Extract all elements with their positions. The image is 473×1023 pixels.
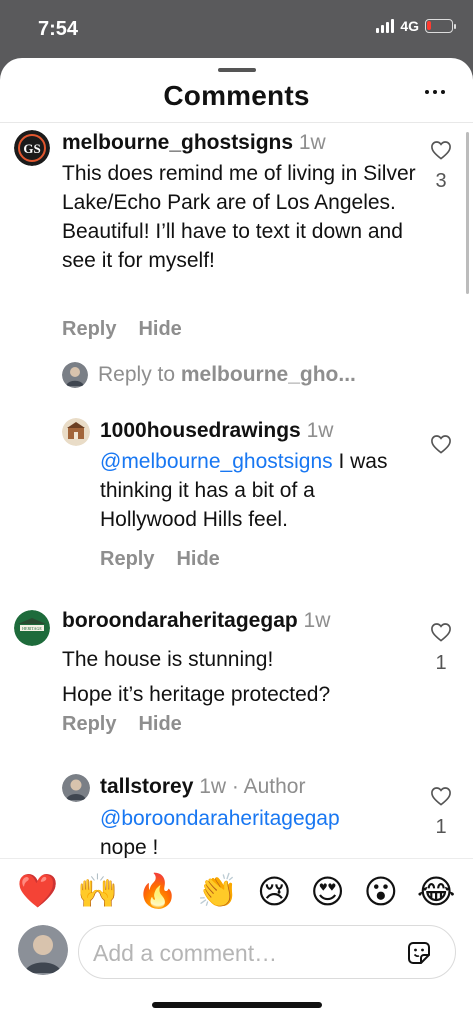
more-options-icon[interactable] [425, 90, 445, 94]
avatar[interactable]: GS [14, 130, 50, 166]
reply-button[interactable]: Reply [62, 713, 116, 736]
sticker-icon[interactable] [405, 939, 433, 972]
comment-time: 1w · Author [199, 775, 306, 798]
like-count: 3 [435, 170, 447, 192]
mention-link[interactable]: @boroondaraheritagegap [100, 804, 410, 833]
comment-time: 1w [306, 419, 334, 442]
comment-body: nope ! [100, 836, 159, 859]
like-button[interactable]: 1 [426, 622, 456, 675]
like-button[interactable]: 1 [426, 786, 456, 839]
reply-button[interactable]: Reply [100, 548, 154, 571]
comment-input[interactable] [93, 936, 393, 970]
comment-line: The house is stunning! [62, 648, 274, 671]
comment-text: The house is stunning! Hope it’s heritag… [62, 642, 417, 712]
emoji-laughing[interactable]: 😂 [417, 872, 456, 911]
hide-button[interactable]: Hide [176, 548, 219, 571]
mention-link[interactable]: @melbourne_ghostsigns [100, 450, 333, 473]
avatar[interactable]: HERITAGE [14, 610, 50, 646]
avatar[interactable] [62, 774, 90, 802]
svg-text:HERITAGE: HERITAGE [22, 626, 42, 631]
status-bar: 7:54 4G [0, 0, 473, 58]
comment-time: 1w [298, 131, 326, 154]
emoji-heart-eyes[interactable]: 😍 [310, 872, 344, 911]
comment-text: This does remind me of living in Silver … [62, 162, 416, 272]
comment-username[interactable]: 1000housedrawings [100, 419, 301, 442]
like-count: 1 [435, 652, 447, 674]
comment-username[interactable]: tallstorey [100, 775, 193, 798]
sheet-title: Comments [163, 80, 310, 111]
like-count: 1 [435, 816, 447, 838]
view-replies-row[interactable]: Reply to melbourne_gho... [62, 362, 356, 388]
heart-icon [431, 787, 451, 806]
comments-sheet: Comments GS melbourne_ghostsigns 1w This… [0, 58, 473, 1023]
avatar[interactable] [62, 418, 90, 446]
battery-icon [425, 19, 456, 33]
hide-button[interactable]: Hide [138, 318, 181, 341]
emoji-raised-hands[interactable]: 🙌 [77, 872, 118, 911]
reply-button[interactable]: Reply [62, 318, 116, 341]
hide-button[interactable]: Hide [138, 713, 181, 736]
comment-time: 1w [303, 609, 331, 632]
comment-composer [0, 923, 473, 1023]
comment-text: @boroondaraheritagegap nope ! [100, 804, 410, 860]
heart-icon [431, 435, 451, 454]
current-user-avatar [18, 925, 68, 975]
like-button[interactable]: 3 [426, 140, 456, 193]
emoji-clapping[interactable]: 👏 [197, 872, 238, 911]
comment-input-wrapper [78, 925, 456, 979]
signal-icon [376, 19, 395, 33]
emoji-heart[interactable]: ❤️ [17, 872, 58, 911]
avatar [62, 362, 88, 388]
home-indicator[interactable] [152, 1002, 322, 1008]
reply-to-prefix: Reply to [98, 363, 181, 386]
reply-to-username[interactable]: melbourne_gho... [181, 363, 356, 386]
emoji-reaction-bar: ❤️ 🙌 🔥 👏 😢 😍 😮 😂 [0, 858, 473, 923]
network-type: 4G [400, 18, 419, 34]
scrollbar[interactable] [466, 132, 469, 294]
status-indicators: 4G [376, 18, 456, 34]
emoji-fire[interactable]: 🔥 [137, 872, 178, 911]
comment-username[interactable]: melbourne_ghostsigns [62, 131, 293, 154]
sheet-grabber[interactable] [218, 68, 256, 72]
title-divider [0, 122, 473, 123]
comment-text: @melbourne_ghostsigns I was thinking it … [100, 447, 410, 534]
comment-item: tallstorey 1w · Author @boroondaraherita… [0, 770, 473, 860]
status-time: 7:54 [38, 18, 79, 40]
heart-icon [431, 623, 451, 642]
comment-username[interactable]: boroondaraheritagegap [62, 609, 298, 632]
like-button[interactable] [426, 434, 456, 454]
svg-text:GS: GS [23, 141, 40, 156]
emoji-surprised[interactable]: 😮 [364, 872, 398, 911]
emoji-crying[interactable]: 😢 [257, 872, 291, 911]
heart-icon [431, 141, 451, 160]
comment-line: Hope it’s heritage protected? [62, 683, 331, 706]
